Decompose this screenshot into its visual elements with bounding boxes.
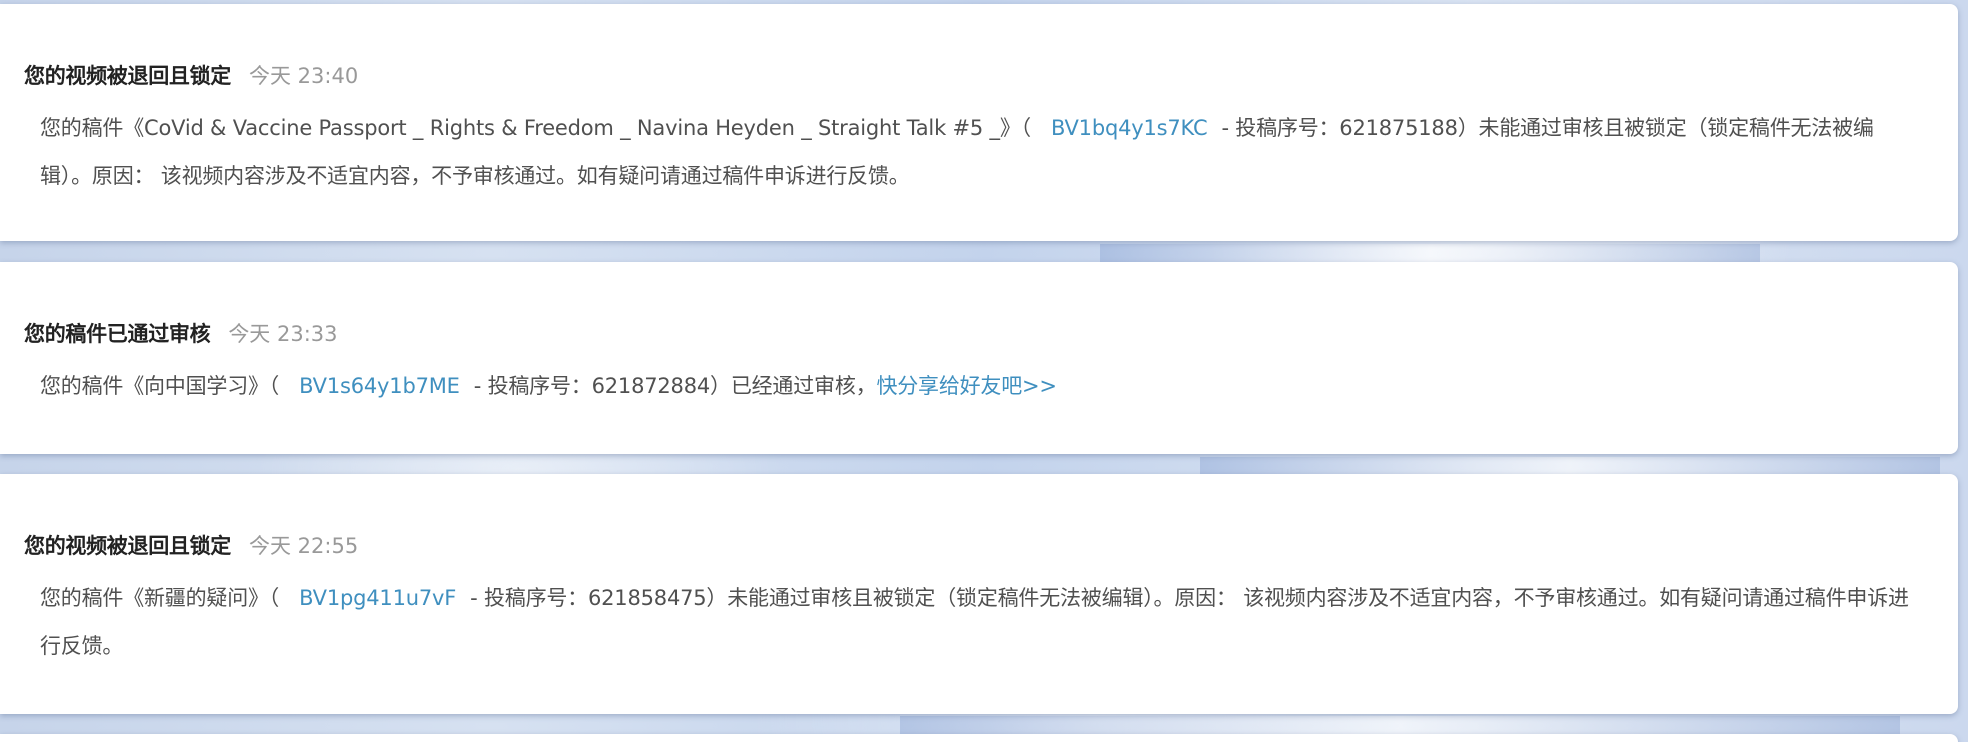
message-text: 您的稿件《向中国学习》（ [40,374,280,398]
message-header: 您的视频被退回且锁定 今天 23:40 [24,60,1958,90]
background-decoration [1100,244,1760,264]
message-text: 您的稿件《CoVid & Vaccine Passport _ Rights &… [40,116,1031,140]
background-decoration [900,716,1900,736]
message-body: 您的稿件《CoVid & Vaccine Passport _ Rights &… [40,104,1920,200]
message-card: 您的稿件已通过审核 今天 23:33 您的稿件《向中国学习》（ BV1s64y1b… [0,262,1958,454]
message-header: 您的稿件已通过审核 今天 23:33 [24,318,1958,348]
message-text: - 投稿序号：621872884）已经通过审核， [473,374,877,398]
message-body: 您的稿件《新疆的疑问》（ BV1pg411u7vF - 投稿序号：621858475… [40,574,1920,670]
message-title: 您的视频被退回且锁定 [24,64,231,88]
message-time: 今天 23:40 [249,64,359,88]
bvid-link[interactable]: BV1bq4y1s7KC [1051,116,1208,140]
message-card: 您的视频被退回且锁定 今天 22:55 您的稿件《新疆的疑问》（ BV1pg411… [0,474,1958,714]
message-header: 您的视频被退回且锁定 今天 22:55 [24,530,1958,560]
share-link[interactable]: 快分享给好友吧>> [876,374,1057,398]
message-time: 今天 22:55 [249,534,359,558]
bvid-link[interactable]: BV1pg411u7vF [299,586,456,610]
message-title: 您的稿件已通过审核 [24,322,211,346]
message-card-partial [0,734,1958,742]
message-time: 今天 23:33 [228,322,338,346]
message-card: 您的视频被退回且锁定 今天 23:40 您的稿件《CoVid & Vaccine… [0,4,1958,241]
bvid-link[interactable]: BV1s64y1b7ME [299,374,460,398]
message-title: 您的视频被退回且锁定 [24,534,231,558]
message-text: 您的稿件《新疆的疑问》（ [40,586,280,610]
message-body: 您的稿件《向中国学习》（ BV1s64y1b7ME - 投稿序号：621872884… [40,362,1920,410]
